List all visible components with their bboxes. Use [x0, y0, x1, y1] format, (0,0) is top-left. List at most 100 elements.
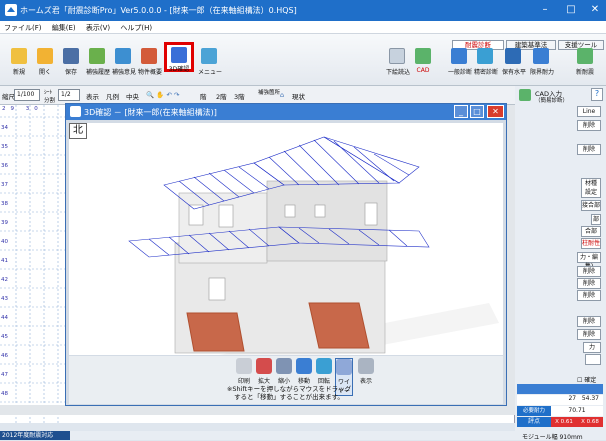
- required-strength-label: 必要耐力: [517, 406, 551, 416]
- score-x1: X 0.61: [551, 417, 577, 427]
- horizontal-strength-button[interactable]: 保有水平: [502, 48, 526, 76]
- current-state-button[interactable]: 現状: [292, 91, 305, 101]
- property-icon: [141, 48, 157, 64]
- line-button[interactable]: Line: [577, 106, 601, 117]
- floor-radio-1[interactable]: 階: [200, 91, 207, 101]
- delete-button-2[interactable]: 削除: [577, 144, 601, 155]
- new-seismic-button[interactable]: 新耐震: [574, 48, 596, 76]
- ruler-left: 34 35 36 37 38 39 40 41 42 43 44 45 46 47 48: [1, 125, 8, 397]
- rotate-button[interactable]: 回転: [315, 358, 333, 385]
- floor-radio-3[interactable]: 3階: [234, 91, 245, 101]
- strength-button[interactable]: [585, 354, 601, 365]
- new-button[interactable]: 新規: [8, 48, 30, 76]
- cad-input-icon: [519, 89, 531, 101]
- zoom-out-icon: [276, 358, 292, 374]
- score-label: 評点: [517, 417, 551, 427]
- window-title: ホームズ君「耐震診断Pro」Ver5.0.0.0 - [財来一郎（在来軸組構法）…: [20, 6, 297, 15]
- joint-button[interactable]: 接合部: [581, 200, 601, 211]
- dialog-maximize-button[interactable]: □: [470, 105, 484, 118]
- 3d-check-button[interactable]: 3D確認: [164, 42, 194, 73]
- zoom-in-icon: [256, 358, 272, 374]
- rotate-icon: [316, 358, 332, 374]
- printer-icon: [236, 358, 252, 374]
- wireframe-icon: [336, 359, 352, 375]
- column-strength-button[interactable]: 柱耐性: [581, 238, 601, 249]
- delete-button-6[interactable]: 削除: [577, 316, 601, 327]
- dialog-minimize-button[interactable]: _: [454, 105, 468, 118]
- document-icon: [115, 48, 131, 64]
- score-x2: X 0.68: [577, 417, 603, 427]
- sheet-label: ｼｰﾄ 分割: [44, 90, 56, 104]
- new-icon: [11, 48, 27, 64]
- menu-button[interactable]: メニュー: [198, 48, 222, 76]
- delete-button-3[interactable]: 削除: [577, 266, 601, 277]
- zoom-icon[interactable]: 🔍 ✋ ↶ ↷: [146, 91, 179, 99]
- zoom-out-button[interactable]: 縮小: [275, 358, 293, 385]
- zoom-in-button[interactable]: 拡大: [255, 358, 273, 385]
- import-underlay-button[interactable]: 下絵読込: [386, 48, 410, 76]
- drag-hint: ※Shiftキーを押しながらマウスをドラッグ すると「移動」することが出来ます。: [226, 385, 352, 401]
- move-button[interactable]: 移動: [295, 358, 313, 385]
- cad-button[interactable]: CAD: [412, 48, 434, 74]
- house-status-icon: ⌂: [280, 91, 285, 99]
- title-bar: ホームズ君「耐震診断Pro」Ver5.0.0.0 - [財来一郎（在来軸組構法）…: [0, 0, 606, 21]
- sheet-select[interactable]: 1/2: [58, 89, 80, 101]
- general-icon: [451, 48, 467, 64]
- move-icon: [296, 358, 312, 374]
- scale-select[interactable]: 1/100: [14, 89, 40, 101]
- open-button[interactable]: 開く: [34, 48, 56, 76]
- delete-button-5[interactable]: 削除: [577, 290, 601, 301]
- status-bar: 2012年度耐震対応 モジュール幅 910mm: [0, 431, 606, 441]
- print-button[interactable]: 印刷: [235, 358, 253, 385]
- orthogonal-button[interactable]: 力: [583, 342, 601, 353]
- center-button[interactable]: 中央: [126, 91, 139, 101]
- menu-file[interactable]: ファイル(F): [0, 21, 46, 33]
- chevron-down-icon: [358, 358, 374, 374]
- display-button[interactable]: 表示: [86, 91, 99, 101]
- dialog-app-icon: [70, 106, 81, 117]
- toolbar: 新規 開く 保存 補強履歴 補強意見 物件概要 3D確認 メニュー 下絵読込 C…: [0, 34, 606, 86]
- delete-button-1[interactable]: 削除: [577, 120, 601, 131]
- general-diagnosis-button[interactable]: 一般診断: [448, 48, 472, 76]
- underlay-icon: [389, 48, 405, 64]
- joint2-button[interactable]: 合部: [581, 226, 601, 237]
- precise-icon: [477, 48, 493, 64]
- confirm-checkbox[interactable]: ☐ 確定: [577, 375, 596, 384]
- floor-radio-2[interactable]: 2階: [216, 91, 227, 101]
- legend-button[interactable]: 凡例: [106, 91, 119, 101]
- precise-diagnosis-button[interactable]: 精密診断: [474, 48, 498, 76]
- folder-icon: [37, 48, 53, 64]
- 3d-view[interactable]: 北: [69, 123, 503, 355]
- delete-button-7[interactable]: 削除: [577, 329, 601, 340]
- strength-edit-button[interactable]: 力・編集): [577, 252, 601, 270]
- app-icon: [5, 4, 17, 16]
- maximize-button[interactable]: □: [562, 3, 580, 17]
- ruler-top: 29 30: [2, 106, 43, 112]
- menu-bar: ファイル(F) 編集(E) 表示(V) ヘルプ(H): [0, 21, 606, 34]
- close-button[interactable]: ✕: [586, 3, 604, 17]
- required-strength-value: 70.71: [551, 406, 603, 416]
- part-button[interactable]: 部: [591, 214, 601, 225]
- dialog-toolbar: 印刷 拡大 縮小 移動 回転 ワイヤー 表示 ※Shiftキーを押しながらマウス…: [69, 356, 503, 404]
- save-button[interactable]: 保存: [60, 48, 82, 76]
- delete-button-4[interactable]: 削除: [577, 278, 601, 289]
- result-row-1: 27 54.37: [517, 395, 603, 405]
- disk-icon: [63, 48, 79, 64]
- dialog-title-bar: 3D確認 － [財来一郎(在来軸組構法)] _ □ ✕: [66, 104, 506, 120]
- menu-help[interactable]: ヘルプ(H): [116, 21, 156, 33]
- reinforce-opinion-button[interactable]: 補強意見: [112, 48, 136, 76]
- menu-view[interactable]: 表示(V): [82, 21, 114, 33]
- cad-input-sub: （簡易診断）: [535, 98, 569, 104]
- material-setting-button[interactable]: 材種 設定: [581, 178, 601, 198]
- reinforce-label: 補強箇所: [258, 90, 281, 96]
- help-button[interactable]: ?: [591, 88, 603, 101]
- result-header: [517, 384, 603, 394]
- minimize-button[interactable]: –: [536, 3, 554, 17]
- limit-strength-button[interactable]: 限界耐力: [530, 48, 554, 76]
- north-indicator: 北: [69, 123, 87, 139]
- reinforce-history-button[interactable]: 補強履歴: [86, 48, 110, 76]
- display-dropdown-button[interactable]: 表示: [357, 358, 375, 385]
- property-summary-button[interactable]: 物件概要: [138, 48, 162, 76]
- dialog-close-button[interactable]: ✕: [487, 105, 504, 118]
- menu-edit[interactable]: 編集(E): [48, 21, 80, 33]
